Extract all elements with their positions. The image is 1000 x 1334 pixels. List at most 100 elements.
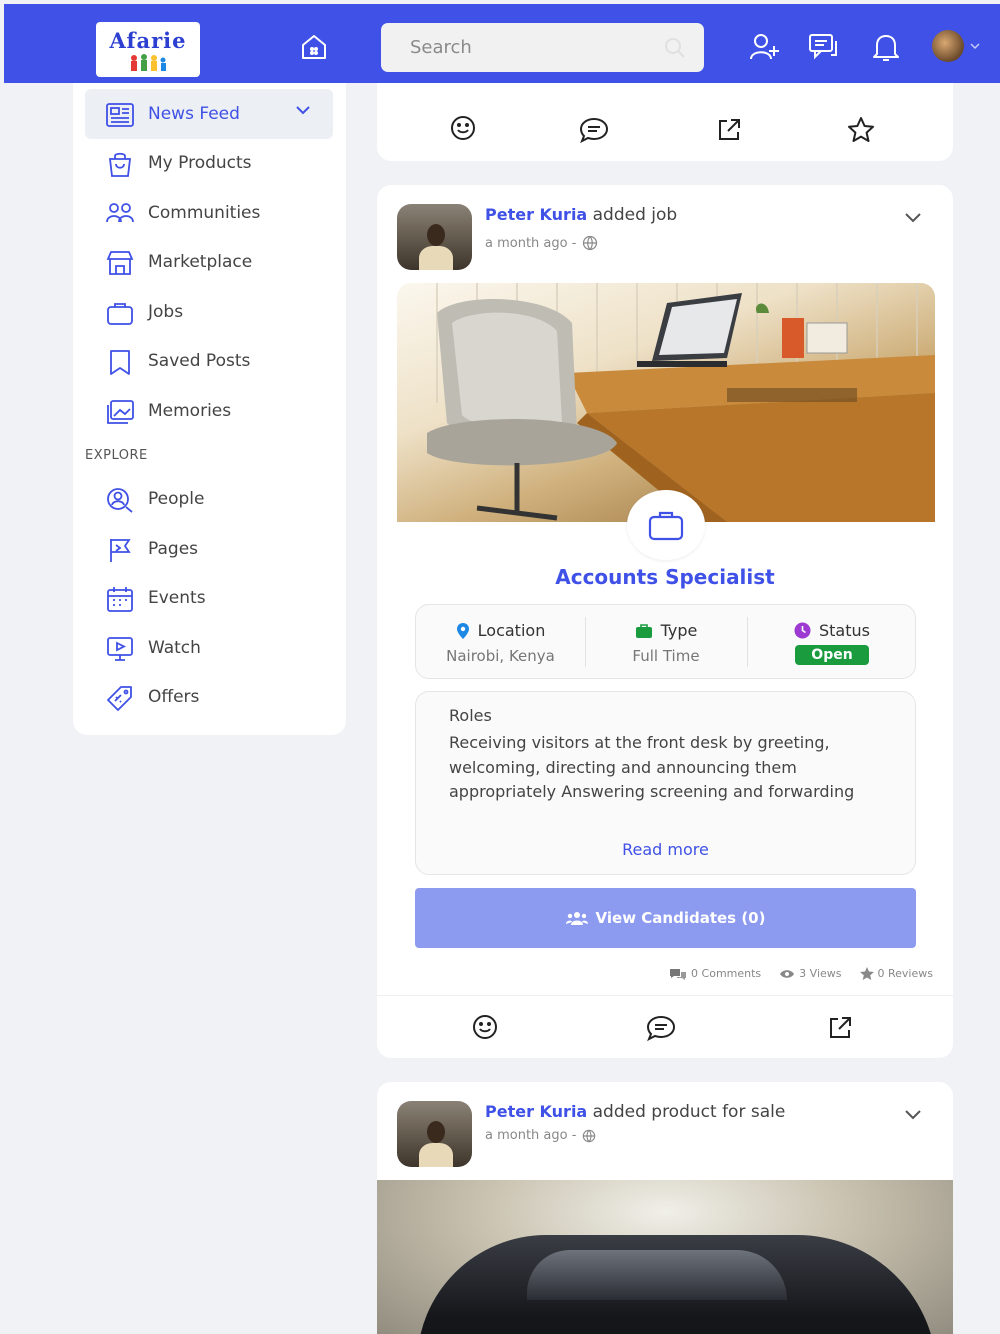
sidebar-item-label: Saved Posts (148, 351, 251, 371)
post-card-job: Peter Kuria added job a month ago - Acco… (377, 185, 953, 1058)
comments-count[interactable]: 0 Comments (669, 967, 761, 980)
office-desk-illustration (427, 283, 935, 522)
people-search-icon (107, 488, 133, 513)
post-meta: a month ago - (485, 1128, 596, 1143)
sidebar-item-label: Events (148, 588, 206, 608)
post-action: added product for sale (592, 1102, 786, 1122)
post-card-product: Peter Kuria added product for sale a mon… (377, 1082, 953, 1334)
post-header: Peter Kuria added job (485, 205, 677, 225)
sidebar: News Feed My Products Communities Market… (73, 83, 346, 735)
sidebar-item-label: Communities (148, 203, 261, 223)
tag-offer-icon (107, 686, 132, 711)
sidebar-item-my-products[interactable]: My Products (85, 138, 333, 188)
top-navbar: Afarie (4, 4, 1000, 83)
search-input[interactable] (381, 23, 661, 72)
sidebar-item-label: Jobs (148, 302, 184, 322)
notifications-icon[interactable] (866, 28, 906, 66)
job-type: Type Full Time (585, 605, 747, 680)
star-filled-icon (859, 967, 874, 980)
type-value: Full Time (632, 647, 700, 665)
sidebar-item-saved-posts[interactable]: Saved Posts (85, 336, 333, 386)
react-smile-icon[interactable] (471, 1013, 499, 1041)
post-header: Peter Kuria added product for sale (485, 1102, 785, 1122)
job-cover-image (397, 283, 935, 522)
job-info-box: Location Nairobi, Kenya Type Full Time S… (415, 604, 916, 679)
globe-icon (583, 235, 598, 251)
sidebar-item-offers[interactable]: Offers (85, 672, 333, 722)
users-icon (565, 912, 588, 925)
briefcase-icon (107, 303, 133, 325)
view-candidates-button[interactable]: View Candidates (0) (415, 888, 916, 948)
comments-icon (670, 968, 687, 980)
flag-icon (110, 539, 131, 562)
job-badge (627, 490, 705, 560)
view-candidates-label: View Candidates (0) (595, 909, 766, 927)
chevron-down-icon[interactable] (903, 211, 923, 225)
sidebar-item-watch[interactable]: Watch (85, 623, 333, 673)
sidebar-item-memories[interactable]: Memories (85, 386, 333, 436)
author-avatar[interactable] (397, 1101, 472, 1167)
logo-people-graphic (131, 54, 166, 71)
sidebar-item-jobs[interactable]: Jobs (85, 287, 333, 337)
status-label: Status (819, 621, 870, 640)
author-avatar[interactable] (397, 204, 472, 270)
chevron-down-icon[interactable] (970, 42, 980, 50)
sidebar-item-people[interactable]: People (85, 474, 333, 524)
roles-title: Roles (449, 706, 492, 725)
store-icon (106, 251, 134, 275)
add-friend-icon[interactable] (744, 28, 784, 66)
status-badge: Open (795, 645, 869, 665)
sidebar-item-label: News Feed (148, 104, 240, 124)
post-meta: a month ago - (485, 235, 598, 251)
chevron-down-icon[interactable] (295, 104, 311, 116)
share-external-icon[interactable] (716, 117, 742, 143)
globe-icon (583, 1129, 596, 1142)
search-icon[interactable] (664, 37, 686, 59)
comment-icon[interactable] (578, 116, 610, 144)
post-card-previous (377, 83, 953, 161)
post-time: a month ago - (485, 235, 577, 251)
sidebar-item-label: People (148, 489, 205, 509)
job-roles-box: Roles Receiving visitors at the front de… (415, 691, 916, 875)
sidebar-item-events[interactable]: Events (85, 573, 333, 623)
share-external-icon[interactable] (827, 1015, 853, 1041)
roles-description: Receiving visitors at the front desk by … (449, 733, 855, 801)
sidebar-item-news-feed[interactable]: News Feed (85, 89, 333, 139)
react-smile-icon[interactable] (449, 114, 477, 142)
photos-icon (107, 400, 134, 424)
user-avatar[interactable] (932, 30, 964, 62)
star-icon[interactable] (846, 116, 876, 144)
sidebar-item-label: Pages (148, 539, 199, 559)
search-bar (381, 23, 704, 72)
home-icon[interactable] (296, 29, 332, 65)
sidebar-item-label: Marketplace (148, 252, 253, 272)
app-logo[interactable]: Afarie (96, 22, 200, 77)
users-group-icon (106, 203, 134, 223)
sidebar-item-label: Memories (148, 401, 232, 421)
shopping-bag-icon (108, 152, 132, 177)
reviews-count[interactable]: 0 Reviews (859, 967, 933, 980)
sidebar-item-communities[interactable]: Communities (85, 188, 333, 238)
sidebar-item-pages[interactable]: Pages (85, 524, 333, 574)
briefcase-green-icon (635, 623, 652, 638)
bookmark-icon (110, 350, 130, 375)
sidebar-item-marketplace[interactable]: Marketplace (85, 237, 333, 287)
post-time: a month ago - (485, 1128, 577, 1143)
views-count: 3 Views (779, 967, 842, 980)
post-action: added job (592, 205, 678, 225)
author-name[interactable]: Peter Kuria (485, 1102, 587, 1121)
sidebar-item-label: My Products (148, 153, 252, 173)
post-stats: 0 Comments 3 Views 0 Reviews (669, 967, 933, 980)
author-name[interactable]: Peter Kuria (485, 205, 587, 224)
messages-icon[interactable] (804, 28, 844, 66)
product-image[interactable] (377, 1180, 953, 1334)
divider (377, 995, 953, 996)
explore-heading: EXPLORE (85, 448, 148, 463)
clock-icon (794, 622, 811, 639)
sidebar-item-label: Watch (148, 638, 201, 658)
chevron-down-icon[interactable] (903, 1108, 923, 1122)
job-title[interactable]: Accounts Specialist (377, 565, 953, 589)
comment-icon[interactable] (645, 1014, 677, 1042)
job-status: Status Open (747, 605, 917, 680)
read-more-link[interactable]: Read more (416, 840, 915, 859)
